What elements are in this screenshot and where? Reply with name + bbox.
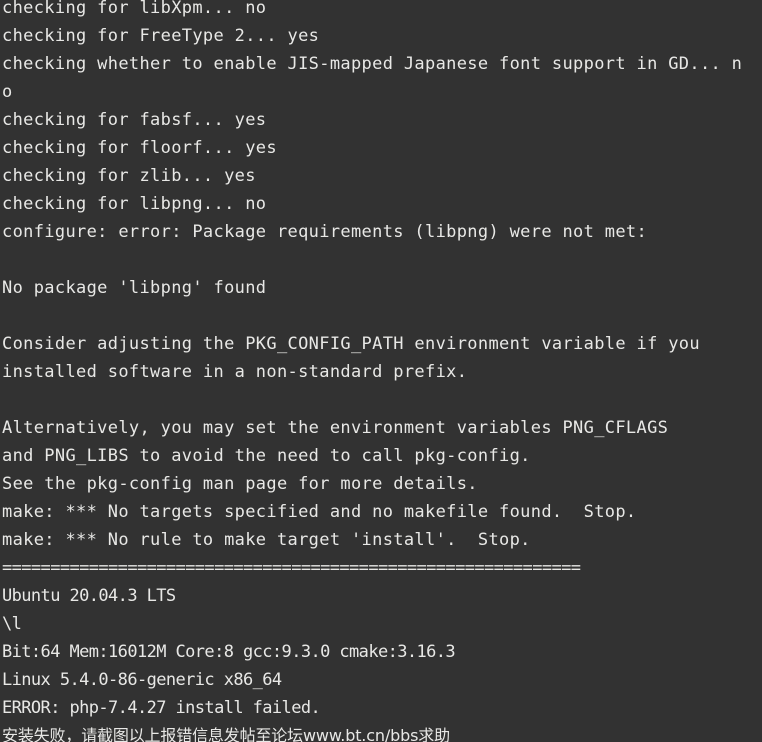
terminal-line: o [2,82,13,102]
terminal-line: and PNG_LIBS to avoid the need to call p… [2,446,531,466]
terminal-line: checking for FreeType 2... yes [2,26,320,46]
terminal-line: See the pkg-config man page for more det… [2,474,478,494]
terminal-line: Alternatively, you may set the environme… [2,418,669,438]
terminal-line: Bit:64 Mem:16012M Core:8 gcc:9.3.0 cmake… [2,642,456,662]
terminal-line: Ubuntu 20.04.3 LTS [2,586,176,606]
terminal-line: \l [2,614,22,634]
terminal-line: installed software in a non-standard pre… [2,362,468,382]
terminal-line: checking whether to enable JIS-mapped Ja… [2,54,743,74]
terminal-line: No package 'libpng' found [2,278,267,298]
terminal-line: checking for floorf... yes [2,138,277,158]
terminal-scrollback: checking for libXpm... no checking for Fr… [0,0,762,742]
terminal-line: checking for fabsf... yes [2,110,267,130]
terminal-line: ========================================… [2,558,581,578]
terminal-line: Linux 5.4.0-86-generic x86_64 [2,670,282,690]
terminal-line: ERROR: php-7.4.27 install failed. [2,698,321,718]
terminal-line: checking for libpng... no [2,194,267,214]
terminal-line: make: *** No targets specified and no ma… [2,502,637,522]
terminal-line: 安装失败，请截图以上报错信息发帖至论坛www.bt.cn/bbs求助 [2,726,450,742]
terminal-line: configure: error: Package requirements (… [2,222,648,242]
terminal-line: Consider adjusting the PKG_CONFIG_PATH e… [2,334,700,354]
terminal-line: make: *** No rule to make target 'instal… [2,530,531,550]
terminal-line: checking for zlib... yes [2,166,256,186]
terminal-line: checking for libXpm... no [2,0,267,18]
terminal-window[interactable]: checking for libXpm... no checking for Fr… [0,0,762,742]
